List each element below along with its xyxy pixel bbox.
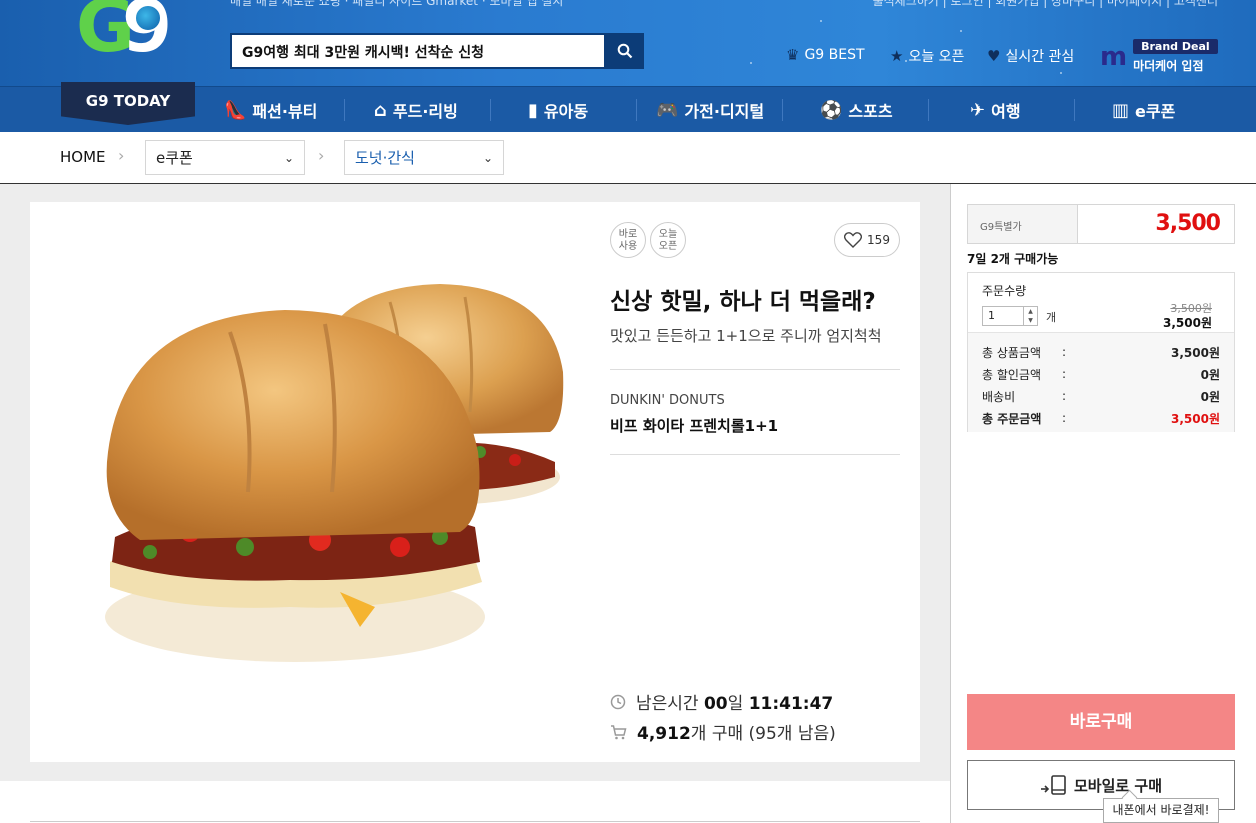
ball-icon: ⚽ xyxy=(820,99,843,121)
crown-icon: ♛ xyxy=(786,46,800,64)
order-summary: 주문수량 1 ▲ ▼ 개 3,500원 3,500원 총 상품금액:3,500원 … xyxy=(967,272,1235,432)
purchase-limit: 7일 2개 구매가능 xyxy=(967,252,1059,266)
remaining-time: 남은시간 00일 11:41:47 xyxy=(610,689,833,714)
quantity-label: 주문수량 xyxy=(982,284,1027,298)
sum-row-discount: 총 할인금액:0원 xyxy=(982,367,1220,382)
nav-item-travel[interactable]: ✈ 여행 xyxy=(970,87,1021,133)
nav-item-digital[interactable]: 🎮 가전·디지털 xyxy=(656,87,764,133)
breadcrumb-home[interactable]: HOME xyxy=(60,148,106,166)
chevron-down-icon: ⌄ xyxy=(283,150,294,165)
shoe-icon: 👠 xyxy=(224,99,247,121)
like-count: 159 xyxy=(867,233,890,247)
barcode-icon: ▥ xyxy=(1112,99,1130,121)
nav-item-sports[interactable]: ⚽ 스포츠 xyxy=(820,87,893,133)
search-button[interactable] xyxy=(606,33,644,69)
star-icon: ★ xyxy=(890,47,904,65)
gamepad-icon: 🎮 xyxy=(656,99,679,121)
product-subtitle: 맛있고 든든하고 1+1으로 주니까 엄지척척 xyxy=(610,327,882,345)
top-links[interactable]: 매일 매일 새로운 쇼핑 · 패밀리 사이트 Gmarket · 모바일 앱 설… xyxy=(230,0,563,9)
badge-instant-use: 바로 사용 xyxy=(610,222,646,258)
price-label: G9특별가 xyxy=(968,205,1078,243)
quick-realtime-interest[interactable]: ♥ 실시간 관심 xyxy=(987,46,1074,66)
special-price-box: G9특별가 3,500 xyxy=(967,204,1235,244)
product-title: 신상 핫밀, 하나 더 먹을래? xyxy=(610,289,876,315)
breadcrumb: HOME › e쿠폰 ⌄ › 도넛·간식 ⌄ xyxy=(0,132,1256,184)
plane-icon: ✈ xyxy=(970,99,986,121)
quantity-input[interactable]: 1 xyxy=(982,306,1024,326)
chevron-down-icon: ⌄ xyxy=(482,150,493,165)
house-icon: ⌂ xyxy=(374,99,387,121)
sum-row-total-product: 총 상품금액:3,500원 xyxy=(982,345,1220,360)
quick-today-open[interactable]: ★ 오늘 오픈 xyxy=(890,46,964,66)
timer-time: 11:41:47 xyxy=(748,694,834,714)
clock-icon xyxy=(610,694,626,709)
quick-g9-best[interactable]: ♛ G9 BEST xyxy=(786,46,865,64)
heart-icon: ♥ xyxy=(987,47,1001,65)
brand-deal-banner[interactable]: m Brand Deal 마더케어 입점 xyxy=(1100,39,1218,74)
product-card: 바로 사용 오늘 오픈 159 신상 핫밀, 하나 더 먹을래? 맛있고 든든하… xyxy=(30,202,920,762)
category-nav: G9 TODAY 👠 패션·뷰티 ⌂ 푸드·리빙 ▮ 유아동 🎮 가전·디지털 … xyxy=(0,82,1256,133)
product-brand: DUNKIN' DONUTS xyxy=(610,393,725,408)
sum-row-order-total: 총 주문금액:3,500원 xyxy=(982,411,1220,426)
chevron-right-icon: › xyxy=(318,146,325,165)
quantity-stepper[interactable]: ▲ ▼ xyxy=(1024,306,1038,326)
current-price: 3,500원 xyxy=(1163,316,1212,330)
badge-today-open: 오늘 오픈 xyxy=(650,222,686,258)
search-input[interactable]: G9여행 최대 3만원 캐시백! 선착순 신청 xyxy=(230,33,606,69)
timer-days: 00 xyxy=(703,694,728,714)
product-name: 비프 화이타 프렌치롤1+1 xyxy=(610,417,779,435)
bottle-icon: ▮ xyxy=(528,99,538,121)
chevron-right-icon: › xyxy=(118,146,125,165)
brand-deal-tag: Brand Deal xyxy=(1133,39,1218,54)
category-select-level1[interactable]: e쿠폰 ⌄ xyxy=(145,140,305,175)
nav-item-kids[interactable]: ▮ 유아동 xyxy=(528,87,588,133)
like-button[interactable]: 159 xyxy=(834,223,900,257)
g9-logo[interactable]: G 9 xyxy=(76,0,186,66)
site-header: G 9 매일 매일 새로운 쇼핑 · 패밀리 사이트 Gmarket · 모바일… xyxy=(0,0,1256,86)
sold-count: 4,912개 구매 (95개 남음) xyxy=(610,719,836,744)
brand-logo-icon: m xyxy=(1100,41,1127,72)
cart-icon xyxy=(611,724,627,739)
sum-row-shipping: 배송비:0원 xyxy=(982,389,1220,404)
order-panel: G9특별가 3,500 7일 2개 구매가능 주문수량 1 ▲ ▼ 개 3,500… xyxy=(950,184,1256,823)
mobile-phone-icon xyxy=(1040,775,1066,795)
brand-deal-sub: 마더케어 입점 xyxy=(1133,59,1204,73)
mobile-pay-tooltip: 내폰에서 바로결제! xyxy=(1103,798,1219,823)
product-image xyxy=(105,284,564,662)
category-select-level2[interactable]: 도넛·간식 ⌄ xyxy=(344,140,504,175)
top-utility-links[interactable]: 출석체크하기 | 로그인 | 회원가입 | 장바구니 | 마이페이지 | 고객센… xyxy=(873,0,1218,9)
nav-item-fashion[interactable]: 👠 패션·뷰티 xyxy=(224,87,317,133)
price-value: 3,500 xyxy=(1155,211,1221,236)
g9-today-tab[interactable]: G9 TODAY xyxy=(61,82,195,125)
search-icon xyxy=(617,43,633,59)
buy-now-button[interactable]: 바로구매 xyxy=(967,694,1235,750)
heart-outline-icon xyxy=(844,232,863,248)
globe-icon xyxy=(134,4,162,32)
nav-item-ecoupon[interactable]: ▥ e쿠폰 xyxy=(1112,87,1175,133)
nav-item-food[interactable]: ⌂ 푸드·리빙 xyxy=(374,87,458,133)
